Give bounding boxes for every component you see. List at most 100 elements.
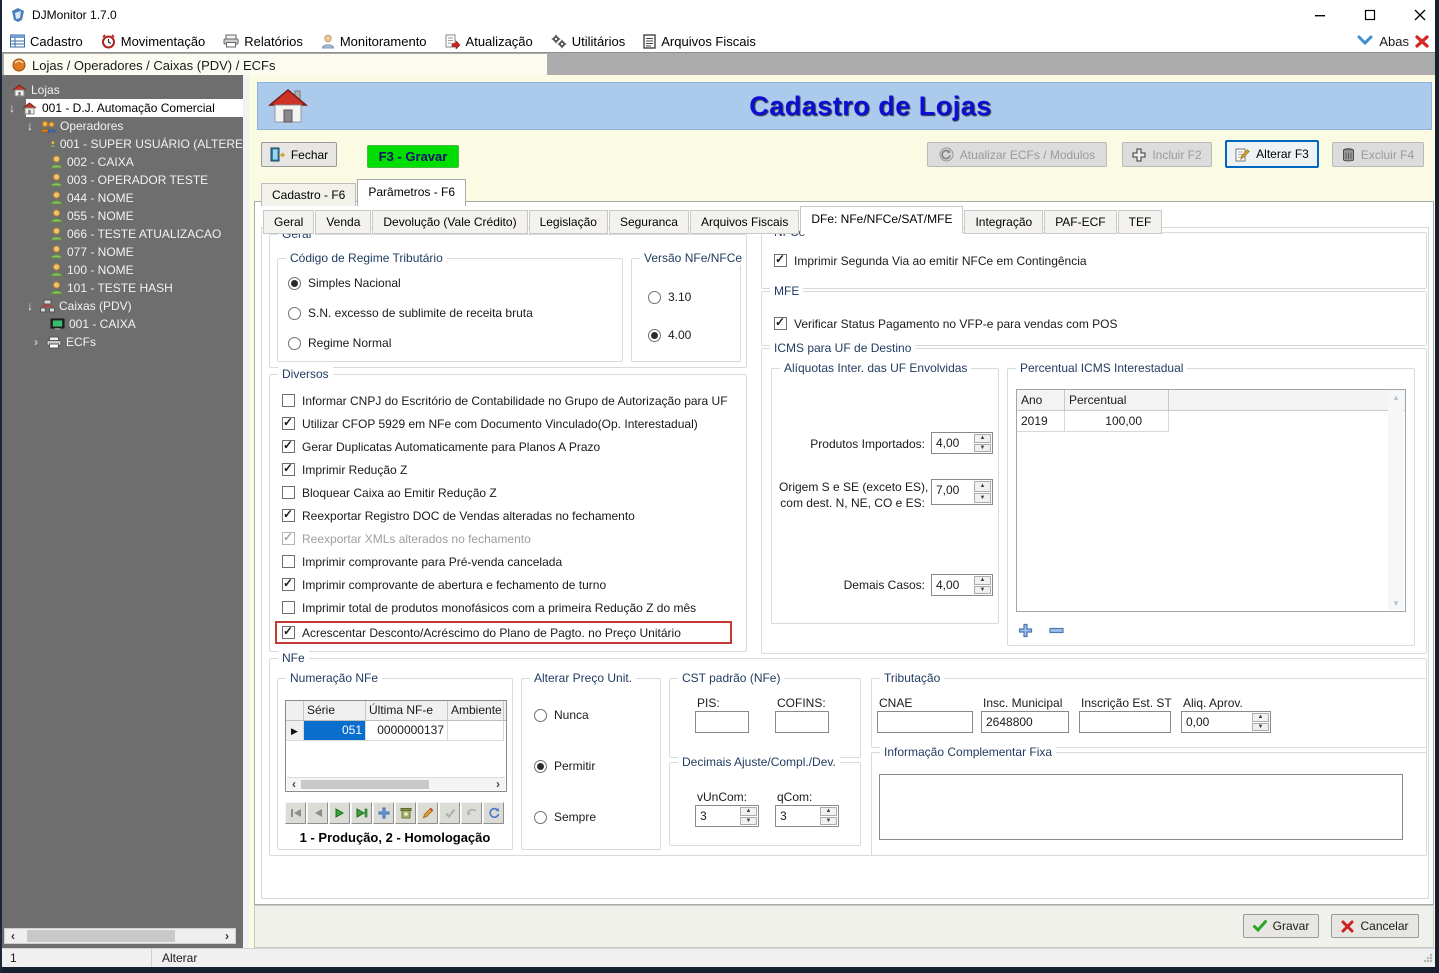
alterar-preco-radio-option[interactable]: Nunca (534, 705, 596, 725)
tree-node-operator[interactable]: 066 - TESTE ATUALIZACAO (2, 225, 243, 243)
regime-radio-option[interactable]: Simples Nacional (288, 273, 533, 293)
spin-up-icon[interactable] (740, 807, 757, 816)
params-tab[interactable]: Seguranca (609, 210, 689, 234)
spin-down-icon[interactable] (974, 444, 991, 453)
menu-relatorios[interactable]: Relatórios (223, 34, 303, 49)
percentual-table[interactable]: Ano Percentual 2019 100,00 ▲▼ (1016, 389, 1406, 612)
diversos-checkbox[interactable]: Gerar Duplicatas Automaticamente para Pl… (282, 439, 730, 454)
params-tab[interactable]: Venda (315, 210, 371, 234)
nfce-checkbox[interactable]: Imprimir Segunda Via ao emitir NFCe em C… (774, 253, 1087, 268)
grid-cell-ultima[interactable]: 0000000137 (366, 721, 448, 741)
incluir-button[interactable]: Incluir F2 (1122, 142, 1212, 167)
menu-atualizacao[interactable]: Atualização (445, 34, 533, 49)
tree-node-caixas[interactable]: ↓ Caixas (PDV) (2, 297, 243, 315)
grid-cell-ambiente[interactable] (448, 721, 504, 741)
nav-post-button[interactable] (439, 802, 460, 824)
spin-up-icon[interactable] (1252, 713, 1269, 722)
tree-node-operator[interactable]: 101 - TESTE HASH (2, 279, 243, 297)
cell-percentual[interactable]: 100,00 (1065, 411, 1169, 432)
params-tab[interactable]: Geral (263, 210, 314, 234)
nav-refresh-button[interactable] (483, 802, 504, 824)
alterar-button[interactable]: Alterar F3 (1225, 140, 1319, 168)
minimize-button[interactable] (1309, 4, 1331, 26)
menu-arquivos-fiscais[interactable]: Arquivos Fiscais (643, 34, 756, 49)
tree-node-operator[interactable]: 077 - NOME (2, 243, 243, 261)
tree-node-operator[interactable]: 003 - OPERADOR TESTE (2, 171, 243, 189)
scroll-left-icon[interactable]: ‹ (5, 929, 21, 943)
diversos-checkbox[interactable]: Reexportar Registro DOC de Vendas altera… (282, 508, 730, 523)
params-tab[interactable]: PAF-ECF (1044, 210, 1116, 234)
scroll-down-icon[interactable]: ▼ (1392, 599, 1400, 608)
column-header-ano[interactable]: Ano (1017, 390, 1065, 410)
versao-radio-option[interactable]: 4.00 (648, 325, 691, 345)
main-tab[interactable]: Parâmetros - F6 (357, 179, 466, 206)
scrollbar-thumb[interactable] (27, 930, 175, 942)
scroll-left-icon[interactable]: ‹ (287, 779, 301, 790)
tree-node-caixa[interactable]: 001 - CAIXA (2, 315, 243, 333)
grid-header-ultima[interactable]: Última NF-e (366, 701, 448, 720)
params-tab[interactable]: TEF (1118, 210, 1163, 234)
tree-node-operadores[interactable]: ↓ Operadores (2, 117, 243, 135)
excluir-button[interactable]: Excluir F4 (1332, 142, 1424, 167)
expand-arrow-icon[interactable]: ↓ (24, 119, 36, 133)
spin-down-icon[interactable] (974, 586, 991, 595)
tree-node-operator[interactable]: 002 - CAIXA (2, 153, 243, 171)
tree-node-store[interactable]: ↓ 001 - D.J. Automação Comercial (2, 99, 243, 117)
gravar-button[interactable]: Gravar (1243, 914, 1319, 938)
tree-node-operator[interactable]: 055 - NOME (2, 207, 243, 225)
spin-down-icon[interactable] (820, 817, 837, 826)
menu-monitoramento[interactable]: Monitoramento (321, 34, 427, 49)
column-header-percentual[interactable]: Percentual (1065, 390, 1169, 410)
table-vertical-scrollbar[interactable]: ▲▼ (1388, 391, 1404, 610)
grid-row[interactable]: 051 0000000137 (286, 721, 506, 741)
spin-up-icon[interactable] (974, 481, 991, 492)
alterar-preco-radio-option[interactable]: Permitir (534, 756, 596, 776)
nav-edit-button[interactable] (417, 802, 438, 824)
grid-horizontal-scrollbar[interactable]: ‹ › (287, 777, 505, 790)
cofins-input[interactable] (775, 711, 829, 733)
scroll-right-icon[interactable]: › (219, 929, 235, 943)
mfe-checkbox[interactable]: Verificar Status Pagamento no VFP-e para… (774, 316, 1118, 331)
menu-movimentacao[interactable]: Movimentação (101, 34, 206, 49)
spin-down-icon[interactable] (740, 817, 757, 826)
nav-first-button[interactable] (285, 802, 306, 824)
nav-next-button[interactable] (329, 802, 350, 824)
cnae-input[interactable] (877, 711, 973, 733)
cancelar-button[interactable]: Cancelar (1331, 914, 1419, 938)
workspace-tab[interactable]: Lojas / Operadores / Caixas (PDV) / ECFs (4, 54, 547, 76)
nav-insert-button[interactable] (373, 802, 394, 824)
cell-ano[interactable]: 2019 (1017, 411, 1065, 432)
insc-municipal-input[interactable]: 2648800 (981, 711, 1069, 733)
remove-row-icon[interactable] (1049, 627, 1064, 634)
tree-node-operator[interactable]: 100 - NOME (2, 261, 243, 279)
grid-header-ambiente[interactable]: Ambiente (448, 701, 504, 720)
tree-horizontal-scrollbar[interactable]: ‹ › (4, 928, 236, 944)
diversos-checkbox[interactable]: Utilizar CFOP 5929 em NFe com Documento … (282, 416, 730, 431)
close-tabs-icon[interactable] (1415, 35, 1429, 48)
expand-arrow-icon[interactable]: ↓ (24, 299, 36, 313)
tree-node-operator[interactable]: 044 - NOME (2, 189, 243, 207)
diversos-checkbox[interactable]: Bloquear Caixa ao Emitir Redução Z (282, 485, 730, 500)
abas-label[interactable]: Abas (1379, 34, 1409, 49)
table-row[interactable]: 2019 100,00 (1017, 411, 1405, 432)
regime-radio-option[interactable]: S.N. excesso de sublimite de receita bru… (288, 303, 533, 323)
nav-prior-button[interactable] (307, 802, 328, 824)
grid-cell-serie[interactable]: 051 (304, 721, 366, 741)
collapse-arrow-icon[interactable]: › (30, 335, 42, 349)
maximize-button[interactable] (1359, 4, 1381, 26)
params-tab[interactable]: Integração (964, 210, 1043, 234)
scroll-up-icon[interactable]: ▲ (1392, 393, 1400, 402)
origem-spinner[interactable]: 7,00 (931, 479, 993, 505)
pis-input[interactable] (695, 711, 749, 733)
diversos-checkbox[interactable]: Imprimir comprovante para Pré-venda canc… (282, 554, 730, 569)
diversos-checkbox[interactable]: Informar CNPJ do Escritório de Contabili… (282, 393, 730, 408)
diversos-checkbox[interactable]: Imprimir comprovante de abertura e fecha… (282, 577, 730, 592)
spin-down-icon[interactable] (974, 493, 991, 504)
diversos-checkbox[interactable]: Reexportar XMLs alterados no fechamento (282, 531, 730, 546)
diversos-checkbox[interactable]: Imprimir total de produtos monofásicos c… (282, 600, 730, 615)
tree-node-lojas[interactable]: Lojas (2, 81, 243, 99)
regime-radio-option[interactable]: Regime Normal (288, 333, 533, 353)
spin-up-icon[interactable] (974, 576, 991, 585)
nav-delete-button[interactable] (395, 802, 416, 824)
qcom-spinner[interactable]: 3 (775, 805, 839, 827)
